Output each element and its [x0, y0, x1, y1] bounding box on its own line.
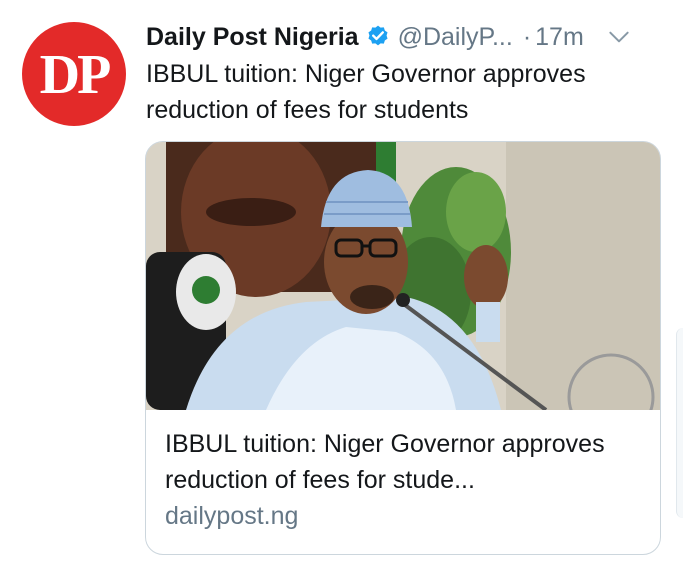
card-image	[146, 142, 660, 410]
link-card[interactable]: IBBUL tuition: Niger Governor approves r…	[145, 141, 661, 555]
avatar[interactable]: DP	[22, 22, 126, 126]
verified-badge-icon	[365, 24, 391, 50]
card-title: IBBUL tuition: Niger Governor approves r…	[165, 430, 605, 494]
author-handle[interactable]: @DailyP...	[398, 23, 513, 52]
tweet-timestamp[interactable]: 17m	[535, 23, 584, 52]
author-name[interactable]: Daily Post Nigeria	[146, 23, 359, 52]
avatar-logo-text: DP	[39, 44, 112, 106]
card-domain: dailypost.ng	[165, 502, 299, 530]
tweet-header: Daily Post Nigeria @DailyP... · 17m	[146, 18, 665, 56]
tweet-text: IBBUL tuition: Niger Governor approves r…	[146, 60, 586, 124]
adjacent-panel-edge	[676, 328, 683, 518]
header-separator: ·	[522, 22, 532, 51]
chevron-down-icon[interactable]	[606, 24, 632, 50]
tweet[interactable]: DP Daily Post Nigeria @DailyP... · 17m I…	[0, 0, 683, 566]
